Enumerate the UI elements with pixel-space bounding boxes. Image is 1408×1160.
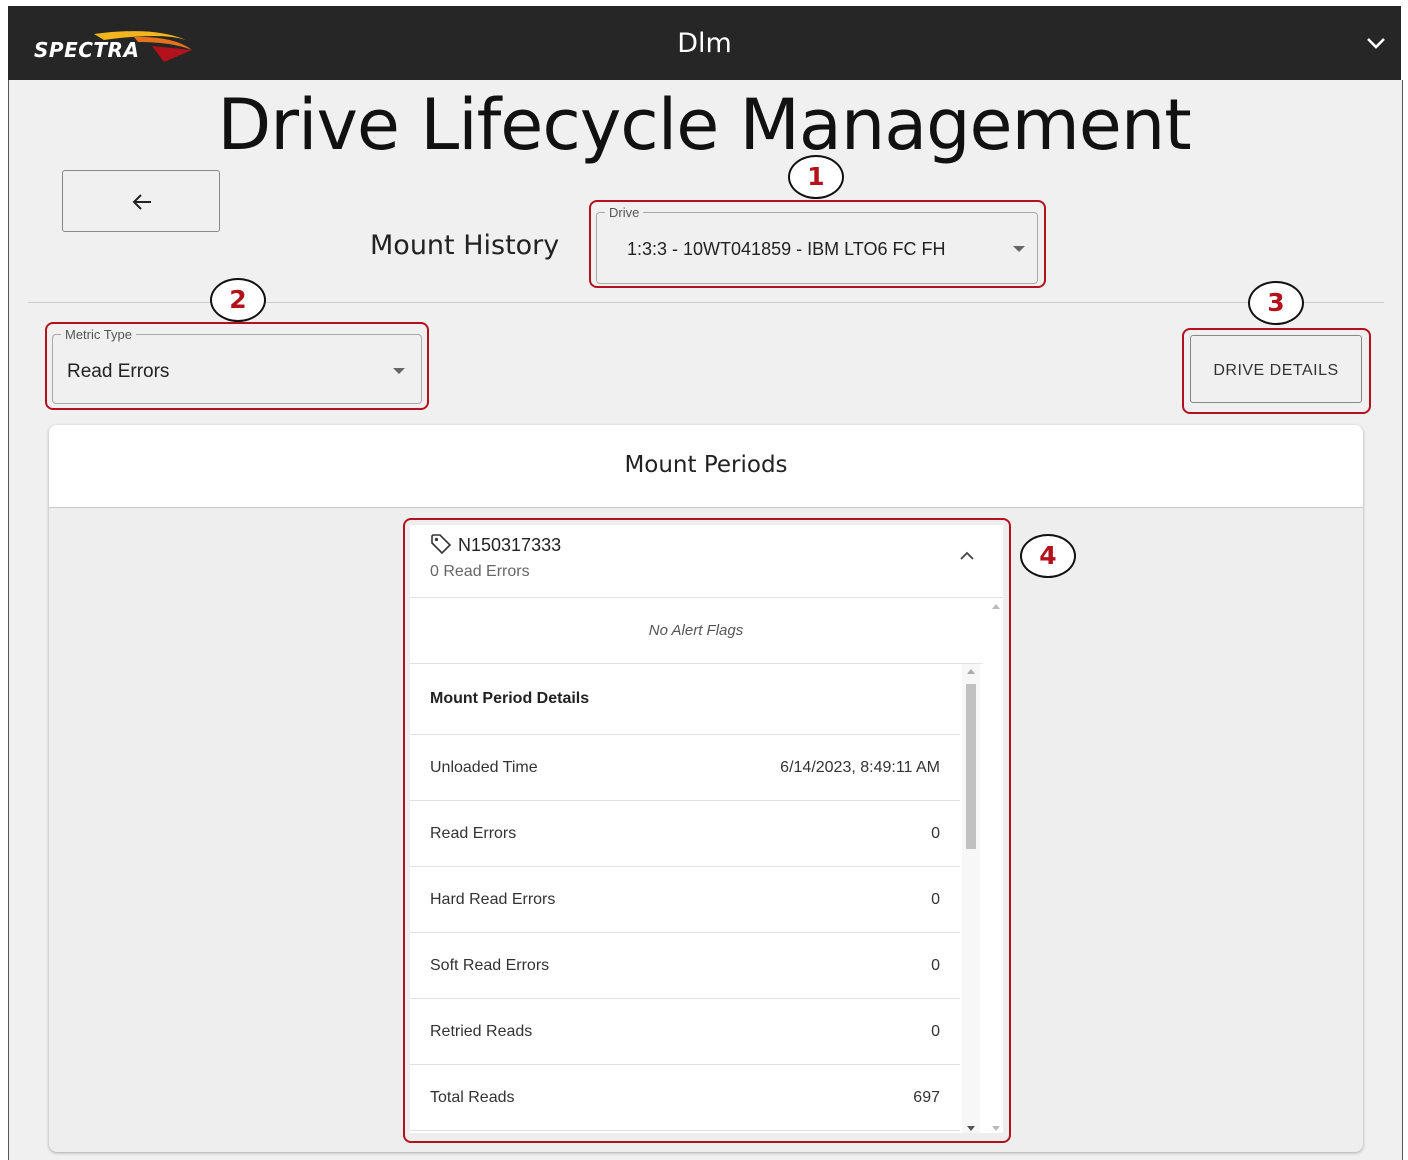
app-title: Dlm xyxy=(677,28,732,59)
callout-badge-1: 1 xyxy=(788,155,844,199)
page-subtitle: Mount History xyxy=(370,230,560,261)
back-button[interactable] xyxy=(62,170,220,232)
highlight-mount-period xyxy=(403,518,1011,1143)
mount-periods-header: Mount Periods xyxy=(49,425,1363,508)
callout-badge-3: 3 xyxy=(1248,281,1304,325)
callout-badge-2: 2 xyxy=(210,278,266,322)
mount-periods-title: Mount Periods xyxy=(624,452,788,478)
arrow-left-icon xyxy=(132,194,151,210)
page-title: Drive Lifecycle Management xyxy=(217,84,1191,166)
highlight-metric-type xyxy=(45,322,429,410)
app-bar: SPECTRA Dlm xyxy=(8,6,1401,80)
highlight-drive-select xyxy=(589,200,1046,288)
callout-badge-4: 4 xyxy=(1020,534,1076,578)
highlight-drive-details xyxy=(1182,328,1371,414)
chevron-down-icon[interactable] xyxy=(1365,32,1387,54)
